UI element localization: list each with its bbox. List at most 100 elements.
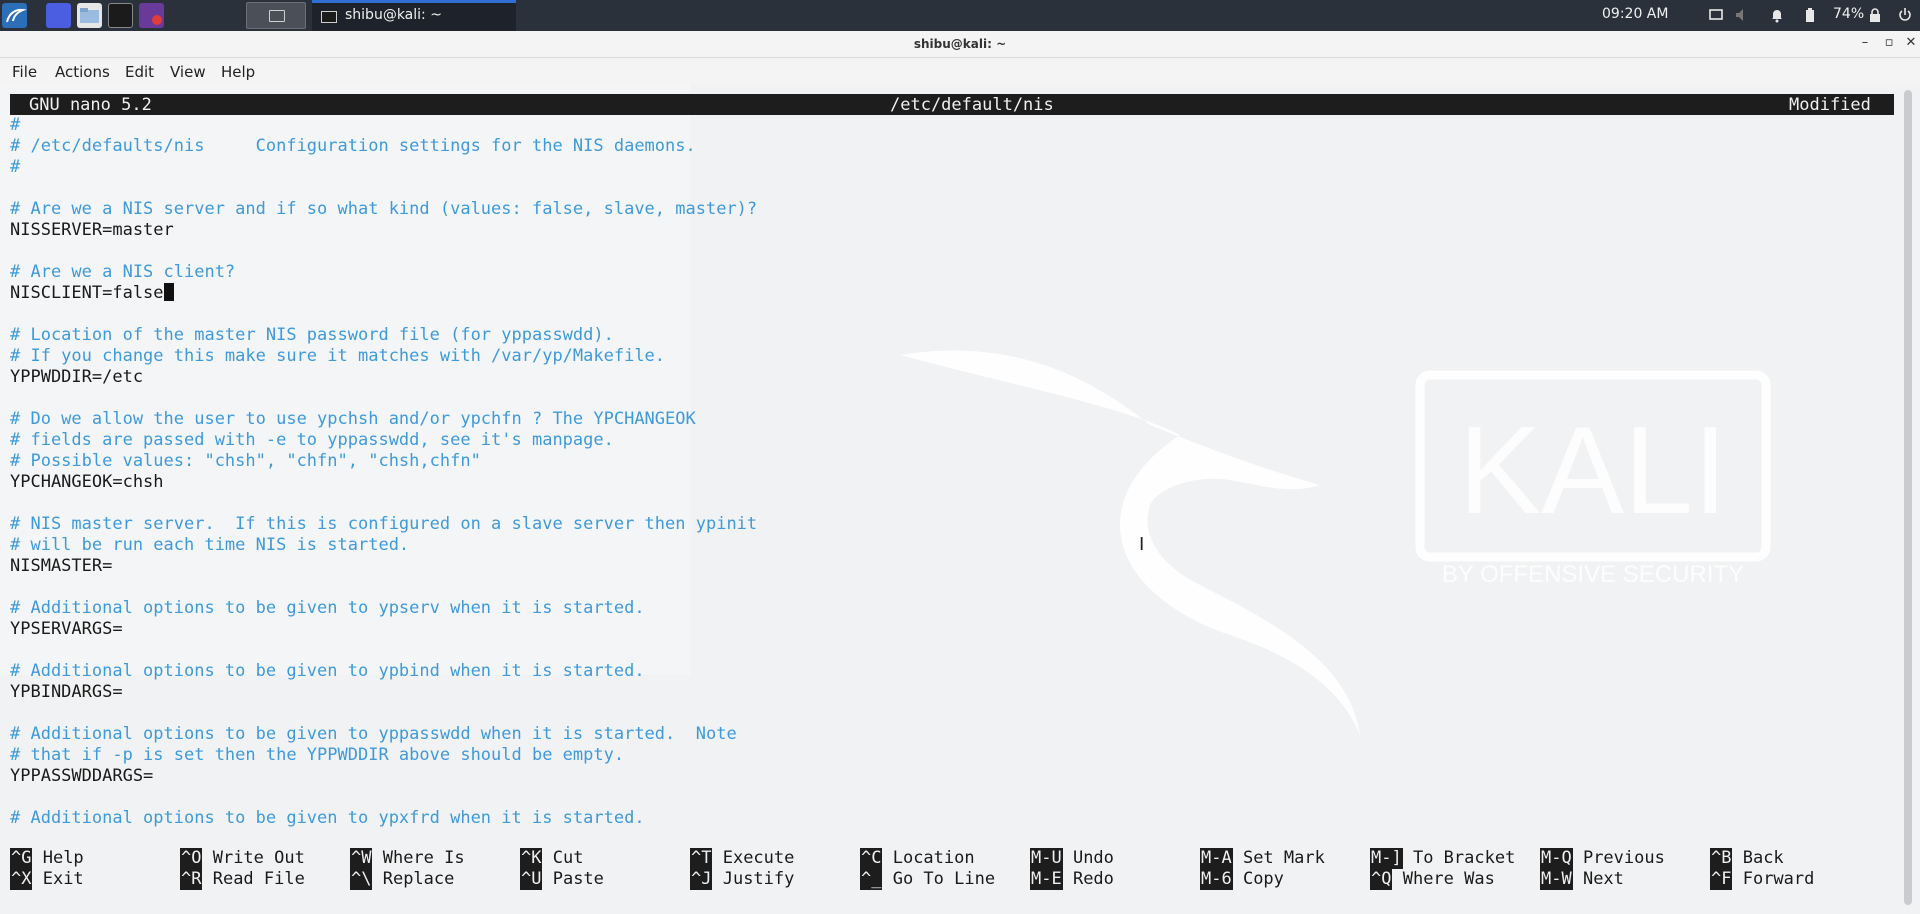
nano-filename: /etc/default/nis [890,95,1054,115]
line-text: NISCLIENT=false [10,283,164,303]
line-text: YPPWDDIR=/etc [10,367,144,387]
shortcut-item: M-] To Bracket [1370,848,1515,869]
lock-icon[interactable] [1867,7,1883,23]
minimize-icon[interactable]: – [1857,35,1873,51]
config-line: NISMASTER= [10,556,757,577]
line-text: # will be run each time NIS is started. [10,535,410,555]
shortcut-key: M-6 [1200,869,1233,890]
shortcut-item: ^F Forward [1710,869,1814,890]
config-line: YPBINDARGS= [10,682,757,703]
menu-view[interactable]: View [170,63,206,81]
shortcut-key: ^J [690,869,713,890]
line-text: YPPASSWDDARGS= [10,766,154,786]
shortcut-key: M-] [1370,848,1403,869]
top-panel: shibu@kali: ~ 09:20 AM 74% [0,0,1920,31]
shortcut-key: ^K [520,848,543,869]
config-line: YPPWDDIR=/etc [10,367,757,388]
comment-line: # NIS master server. If this is configur… [10,514,757,535]
line-text: # Additional options to be given to ypbi… [10,661,645,681]
display-icon[interactable] [1708,7,1724,23]
shortcut-item: ^J Justify [690,869,794,890]
battery-icon[interactable] [1802,7,1818,23]
shortcut-label: Previous [1572,848,1665,868]
shortcut-key: M-U [1030,848,1063,869]
menu-edit[interactable]: Edit [125,63,154,81]
shortcut-item: ^C Location [860,848,975,869]
shortcut-label: Where Is [372,848,465,868]
kali-menu-icon[interactable] [2,3,27,28]
config-line: NISCLIENT=false [10,283,757,304]
shortcut-key: ^_ [860,869,883,890]
shortcut-item: ^O Write Out [180,848,305,869]
close-icon[interactable]: ✕ [1903,35,1919,51]
comment-line: # Location of the master NIS password fi… [10,325,757,346]
scrollbar[interactable] [1904,90,1912,905]
shortcut-label: Paste [542,869,604,889]
workspace-thumbnail[interactable] [246,2,306,29]
wallpaper-logo-text: KALI [1459,402,1728,540]
config-line: YPCHANGEOK=chsh [10,472,757,493]
shortcut-label: Copy [1232,869,1284,889]
recorder-icon[interactable] [139,3,164,28]
shortcut-key: ^B [1710,848,1733,869]
editor-content[interactable]: # # /etc/defaults/nis Configuration setti… [10,115,757,829]
bell-icon[interactable] [1769,7,1785,23]
shortcut-label: Execute [712,848,795,868]
line-text: # Additional options to be given to ypxf… [10,808,645,828]
shortcut-key: ^T [690,848,713,869]
comment-line: # Do we allow the user to use ypchsh and… [10,409,757,430]
terminal-icon[interactable] [108,3,133,28]
desktop-icon[interactable] [46,3,71,28]
power-icon[interactable] [1897,7,1913,23]
shortcut-item: ^K Cut [520,848,583,869]
comment-line: # Additional options to be given to ypse… [10,598,757,619]
shortcut-label: To Bracket [1402,848,1516,868]
shortcut-key: ^F [1710,869,1733,890]
line-text: # Possible values: "chsh", "chfn", "chsh… [10,451,481,471]
shortcut-label: Undo [1062,848,1114,868]
line-text: YPCHANGEOK=chsh [10,472,164,492]
menu-actions[interactable]: Actions [55,63,110,81]
shortcut-label: Read File [202,869,305,889]
nano-status: Modified [1789,95,1871,115]
line-text: # Are we a NIS server and if so what kin… [10,199,758,219]
line-text: YPBINDARGS= [10,682,123,702]
volume-icon[interactable] [1734,7,1750,23]
shortcut-item: M-Q Previous [1540,848,1665,869]
shortcut-item: ^U Paste [520,869,604,890]
clock[interactable]: 09:20 AM [1602,6,1668,22]
comment-line: # will be run each time NIS is started. [10,535,757,556]
menu-help[interactable]: Help [221,63,255,81]
terminal-area[interactable]: KALI BY OFFENSIVE SECURITY GNU nano 5.2 … [0,85,1920,914]
config-line: YPPASSWDDARGS= [10,766,757,787]
comment-line: # /etc/defaults/nis Configuration settin… [10,136,757,157]
taskbar-terminal-button[interactable]: shibu@kali: ~ [312,0,516,31]
comment-line: # [10,115,757,136]
wallpaper-tagline: BY OFFENSIVE SECURITY [1442,561,1744,588]
menu-file[interactable]: File [12,63,37,81]
comment-line: # fields are passed with -e to yppasswdd… [10,430,757,451]
line-text: # Location of the master NIS password fi… [10,325,614,345]
shortcut-label: Help [32,848,84,868]
line-text: NISMASTER= [10,556,113,576]
shortcut-item: ^R Read File [180,869,305,890]
shortcut-key: ^X [10,869,33,890]
file-manager-icon[interactable] [77,3,102,28]
comment-line: # that if -p is set then the YPPWDDIR ab… [10,745,757,766]
shortcut-item: ^T Execute [690,848,794,869]
window-titlebar[interactable]: shibu@kali: ~ – ▫ ✕ [0,31,1920,58]
nano-header-bar: GNU nano 5.2 /etc/default/nis Modified [10,94,1894,115]
maximize-icon[interactable]: ▫ [1881,35,1897,51]
shortcut-label: Set Mark [1232,848,1325,868]
line-text: # NIS master server. If this is configur… [10,514,758,534]
line-text: # Do we allow the user to use ypchsh and… [10,409,696,429]
window-title: shibu@kali: ~ [913,37,1007,51]
shortcut-item: M-W Next [1540,869,1624,890]
comment-line: # Are we a NIS server and if so what kin… [10,199,757,220]
nano-version: GNU nano 5.2 [29,95,152,115]
line-text: # [10,157,21,177]
mouse-ibeam-cursor: I [1139,534,1145,555]
